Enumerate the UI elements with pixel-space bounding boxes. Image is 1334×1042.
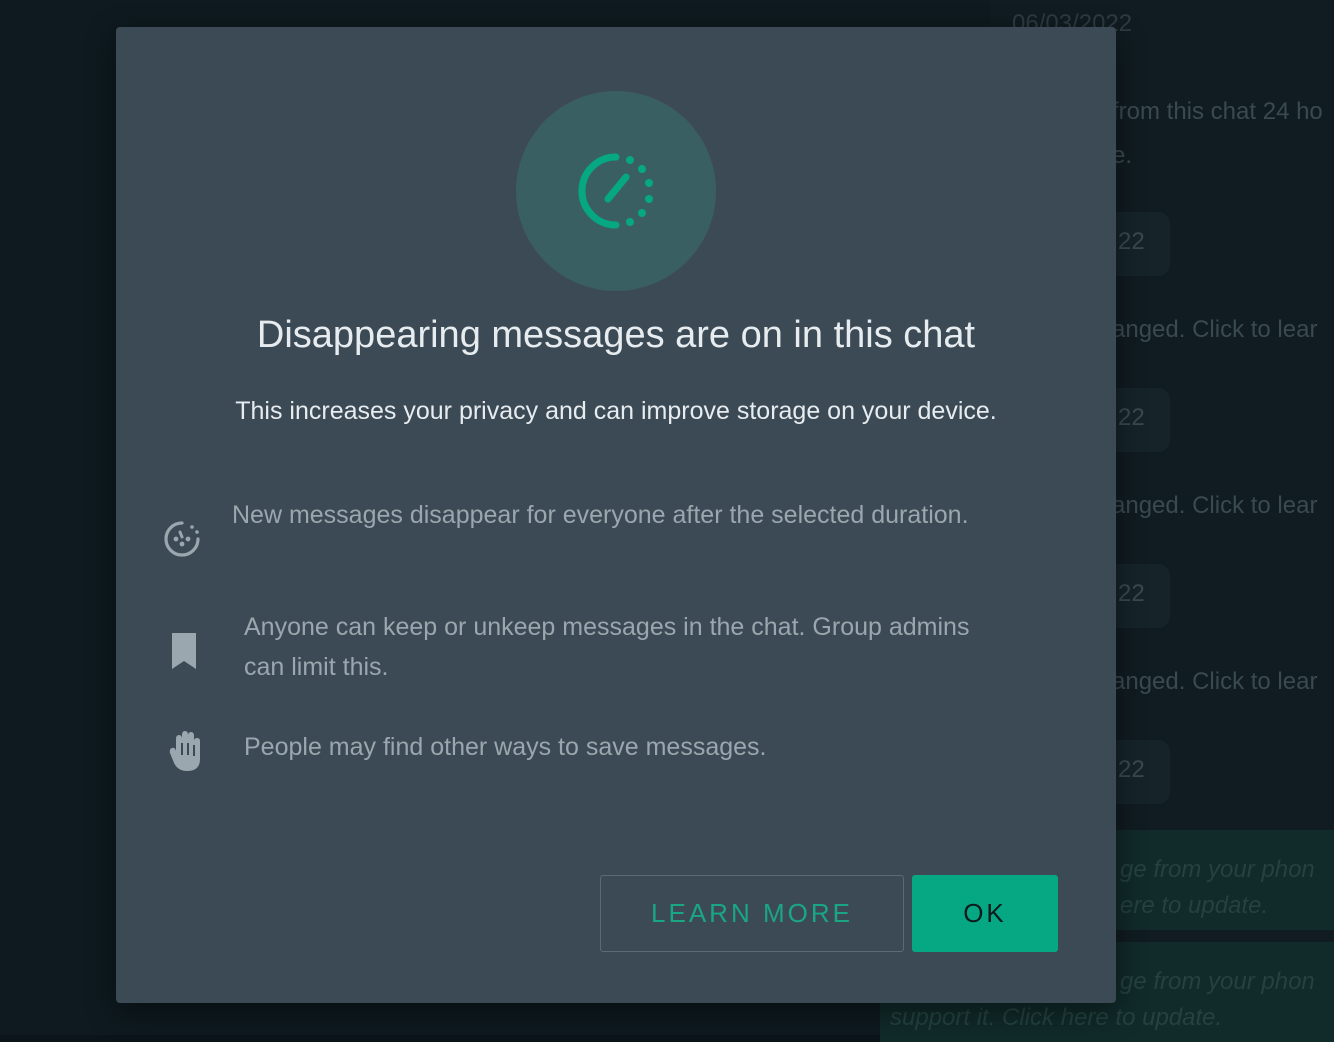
banner-line: support it. Click here to update. <box>890 1004 1223 1031</box>
info-item-text: New messages disappear for everyone afte… <box>232 501 969 529</box>
bookmark-icon <box>168 631 208 671</box>
info-item-text: People may find other ways to save messa… <box>244 733 767 761</box>
message-time: 22 <box>1118 228 1145 255</box>
timer-icon <box>162 519 202 559</box>
system-message[interactable]: anged. Click to lear <box>1112 492 1334 520</box>
dialog-title: Disappearing messages are on in this cha… <box>256 314 976 356</box>
message-time: 22 <box>1118 756 1145 783</box>
disappearing-messages-dialog: Disappearing messages are on in this cha… <box>116 27 1116 1003</box>
learn-more-button[interactable]: LEARN MORE <box>600 875 904 952</box>
dialog-subtitle: This increases your privacy and can impr… <box>235 397 997 425</box>
timer-icon <box>578 153 653 229</box>
system-message: from this chat 24 ho <box>1112 98 1323 125</box>
message-time: 22 <box>1118 580 1145 607</box>
system-message[interactable]: anged. Click to lear <box>1112 316 1334 344</box>
info-item-text: Anyone can keep or unkeep messages in th… <box>244 613 970 681</box>
hero-icon-circle <box>516 91 716 291</box>
system-message: e. <box>1112 142 1133 169</box>
ok-button[interactable]: OK <box>912 875 1058 952</box>
hand-icon <box>168 729 208 771</box>
system-message[interactable]: anged. Click to lear <box>1112 668 1334 696</box>
message-time: 22 <box>1118 404 1145 431</box>
